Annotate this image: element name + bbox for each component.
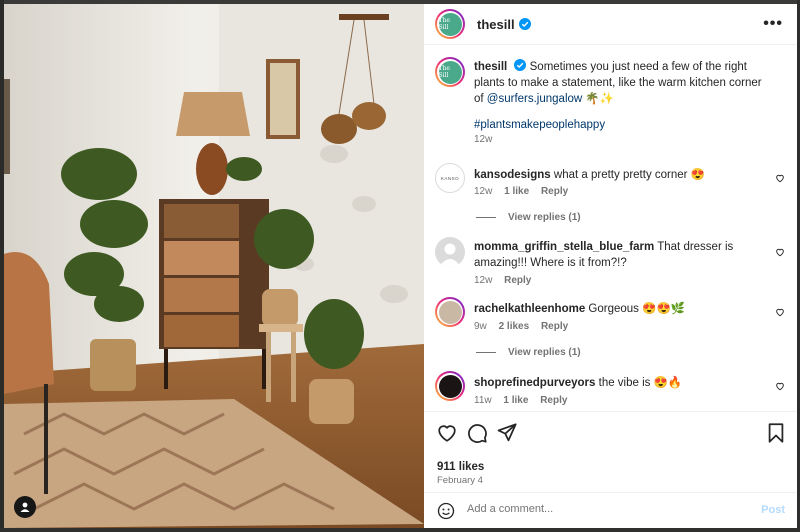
- add-comment-bar: Post: [424, 492, 797, 528]
- user-tag-icon: [20, 502, 30, 512]
- commenter-username[interactable]: momma_griffin_stella_blue_farm: [474, 241, 654, 253]
- post-photo-illustration: [4, 4, 424, 528]
- commenter-avatar[interactable]: [435, 371, 465, 401]
- share-icon[interactable]: [496, 422, 518, 444]
- commenter-avatar[interactable]: KANSO: [435, 163, 465, 193]
- reply-button[interactable]: Reply: [541, 186, 568, 197]
- author-avatar[interactable]: The Sill: [435, 9, 465, 39]
- caption-avatar-logo: The Sill: [438, 60, 462, 84]
- author-username[interactable]: thesill: [477, 17, 515, 32]
- comment-like-count[interactable]: 1 like: [504, 186, 529, 197]
- comment-text: the vibe is 😍🔥: [598, 377, 683, 389]
- hashtag-link[interactable]: #plantsmakepeoplehappy: [474, 119, 605, 131]
- commenter-photo: [438, 300, 462, 324]
- view-replies-label: View replies (1): [508, 347, 581, 358]
- comments-list[interactable]: The Sill thesill Sometimes you just need…: [424, 45, 797, 411]
- bookmark-icon[interactable]: [765, 422, 787, 444]
- default-avatar-icon: [439, 243, 461, 267]
- comment-meta: 9w 2 likes Reply: [474, 321, 577, 332]
- comment-timestamp[interactable]: 9w: [474, 321, 487, 332]
- post-header: The Sill thesill •••: [424, 4, 797, 45]
- comment-timestamp[interactable]: 12w: [474, 275, 492, 286]
- view-replies-button[interactable]: View replies (1): [476, 347, 581, 358]
- comment-text-block: shoprefinedpurveyors the vibe is 😍🔥: [474, 375, 768, 391]
- comment-row: KANSO kansodesigns what a pretty pretty …: [424, 161, 797, 223]
- comment-text-block: momma_griffin_stella_blue_farm That dres…: [474, 239, 768, 271]
- reply-button[interactable]: Reply: [541, 321, 568, 332]
- caption-mention-link[interactable]: @surfers.jungalow: [487, 93, 582, 105]
- commenter-avatar[interactable]: [435, 237, 465, 267]
- comment-text-block: kansodesigns what a pretty pretty corner…: [474, 167, 768, 183]
- heart-icon[interactable]: [775, 173, 785, 183]
- comment-like-count[interactable]: 1 like: [503, 395, 528, 406]
- like-count[interactable]: 911 likes: [437, 461, 484, 473]
- comment-icon[interactable]: [466, 422, 488, 444]
- more-options-icon[interactable]: •••: [763, 15, 783, 33]
- replies-divider: [476, 217, 496, 218]
- commenter-username[interactable]: kansodesigns: [474, 169, 551, 181]
- post-date[interactable]: February 4: [437, 475, 483, 486]
- like-heart-icon[interactable]: [436, 422, 458, 444]
- comment-like-count[interactable]: 2 likes: [499, 321, 530, 332]
- heart-icon[interactable]: [775, 247, 785, 257]
- replies-divider: [476, 352, 496, 353]
- emoji-icon[interactable]: [437, 502, 455, 520]
- post-comment-button[interactable]: Post: [761, 504, 785, 516]
- heart-icon[interactable]: [775, 307, 785, 317]
- comment-text: what a pretty pretty corner 😍: [553, 169, 706, 181]
- post-photo[interactable]: [4, 4, 424, 528]
- caption-emoji: 🌴✨: [585, 93, 615, 105]
- comment-meta: 11w 1 like Reply: [474, 395, 576, 406]
- comment-row: rachelkathleenhome Gorgeous 😍😍🌿 9w 2 lik…: [424, 297, 797, 359]
- post-actions: 911 likes February 4: [424, 411, 797, 492]
- comment-meta: 12w 1 like Reply: [474, 186, 577, 197]
- verified-badge-icon: [518, 18, 531, 30]
- caption-text-block: thesill Sometimes you just need a few of…: [474, 59, 768, 133]
- reply-button[interactable]: Reply: [540, 395, 567, 406]
- comment-timestamp[interactable]: 11w: [474, 395, 492, 406]
- comment-timestamp[interactable]: 12w: [474, 186, 492, 197]
- comment-text-block: rachelkathleenhome Gorgeous 😍😍🌿: [474, 301, 768, 317]
- view-replies-button[interactable]: View replies (1): [476, 212, 581, 223]
- commenter-logo: [438, 374, 462, 398]
- caption-username[interactable]: thesill: [474, 61, 507, 73]
- user-tag-button[interactable]: [14, 496, 36, 518]
- commenter-username[interactable]: shoprefinedpurveyors: [474, 377, 595, 389]
- post-detail-panel: The Sill thesill ••• The Sill thesill So…: [424, 4, 797, 528]
- commenter-username[interactable]: rachelkathleenhome: [474, 303, 585, 315]
- author-avatar-logo: The Sill: [438, 12, 462, 36]
- caption-avatar[interactable]: The Sill: [435, 57, 465, 87]
- caption-meta: 12w: [474, 134, 501, 145]
- backdrop-bottom: [0, 528, 800, 532]
- comment-text: Gorgeous 😍😍🌿: [588, 303, 686, 315]
- heart-icon[interactable]: [775, 381, 785, 391]
- caption-timestamp[interactable]: 12w: [474, 134, 492, 145]
- reply-button[interactable]: Reply: [504, 275, 531, 286]
- commenter-avatar[interactable]: [435, 297, 465, 327]
- verified-badge-icon: [514, 59, 527, 71]
- caption-row: The Sill thesill Sometimes you just need…: [424, 57, 797, 152]
- comment-row: momma_griffin_stella_blue_farm That dres…: [424, 235, 797, 286]
- comment-input[interactable]: [467, 503, 737, 515]
- comment-row: shoprefinedpurveyors the vibe is 😍🔥 11w …: [424, 371, 797, 411]
- comment-meta: 12w Reply: [474, 275, 540, 286]
- view-replies-label: View replies (1): [508, 212, 581, 223]
